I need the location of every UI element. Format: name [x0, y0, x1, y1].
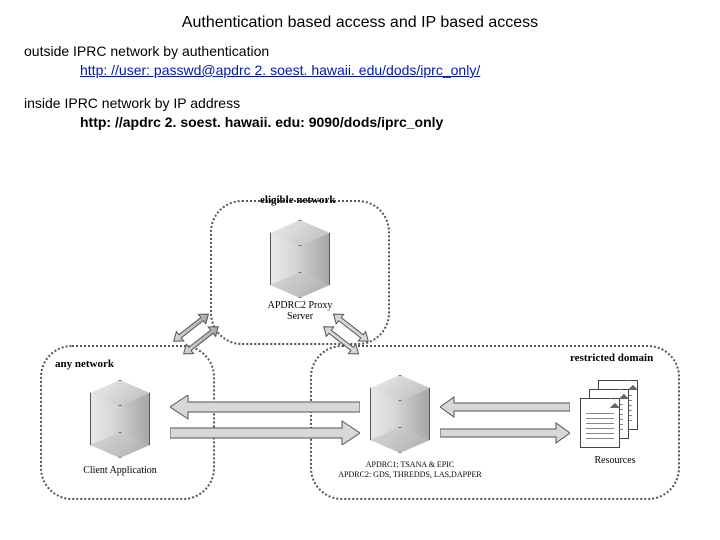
arrow-client-apdrc: [170, 395, 360, 445]
arrow-proxy-apdrc: [320, 310, 372, 358]
resources-node: [580, 380, 650, 450]
outside-url-link[interactable]: http: //user: passwd@apdrc 2. soest. haw…: [80, 62, 480, 78]
apdrc-server-label-2: APDRC2: GDS, THREDDS, LAS,DAPPER: [320, 470, 500, 479]
arrow-apdrc-resources: [440, 395, 570, 445]
page-title: Authentication based access and IP based…: [0, 0, 720, 42]
inside-url: http: //apdrc 2. soest. hawaii. edu: 909…: [24, 114, 443, 130]
apdrc-server-label-1: APDRC1: TSANA & EPIC: [330, 460, 490, 469]
outside-text: outside IPRC network by authentication: [24, 43, 269, 59]
apdrc-server-node: [370, 375, 430, 453]
inside-text: inside IPRC network by IP address: [24, 95, 240, 111]
resources-label: Resources: [580, 455, 650, 466]
proxy-server-node: [270, 220, 330, 298]
outside-block: outside IPRC network by authentication h…: [0, 42, 720, 80]
inside-block: inside IPRC network by IP address http: …: [0, 94, 720, 132]
restricted-domain-label: restricted domain: [570, 352, 653, 364]
client-label: Client Application: [60, 465, 180, 476]
any-network-label: any network: [55, 358, 114, 370]
arrow-client-proxy-left: [170, 310, 222, 358]
eligible-network-label: eligible network: [260, 194, 335, 206]
architecture-diagram: eligible network APDRC2 Proxy Server any…: [40, 200, 690, 520]
client-node: [90, 380, 150, 458]
